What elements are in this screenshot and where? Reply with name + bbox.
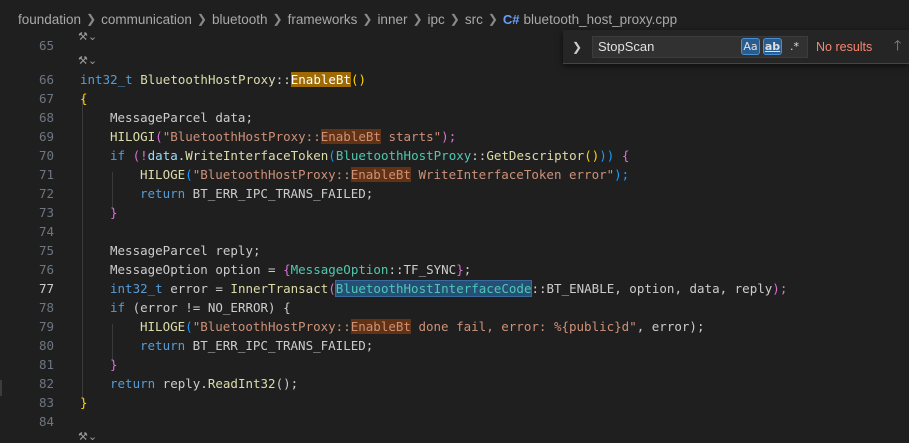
line-number-current: 77 (38, 281, 54, 296)
line-number: 81 (38, 357, 54, 372)
breadcrumb-item[interactable]: bluetooth (212, 12, 268, 27)
line-number: 79 (38, 319, 54, 334)
breadcrumb-item[interactable]: foundation (18, 12, 81, 27)
regex-toggle[interactable]: .* (785, 38, 804, 55)
whole-word-toggle[interactable]: ab (763, 38, 782, 55)
code-line: return BT_ERR_IPC_TRANS_FAILED; (140, 338, 374, 353)
line-number: 67 (38, 91, 54, 106)
code-line: HILOGE("BluetoothHostProxy::EnableBt Wri… (140, 167, 630, 182)
code-line: MessageParcel data; (110, 110, 253, 125)
code-line: HILOGI("BluetoothHostProxy::EnableBt sta… (110, 129, 457, 144)
find-result-count: No results (816, 39, 873, 54)
breadcrumb-item[interactable]: ipc (428, 12, 445, 27)
find-input[interactable]: StopScan Aa ab .* (592, 35, 808, 58)
code-line: MessageParcel reply; (110, 243, 261, 258)
chevron-right-icon[interactable]: ❯ (566, 40, 588, 54)
find-query[interactable]: StopScan (598, 39, 741, 54)
chevron-right-icon: ❯ (86, 12, 97, 26)
line-number: 82 (38, 376, 54, 391)
breadcrumb-item[interactable]: communication (101, 12, 192, 27)
breadcrumb-item[interactable]: src (465, 12, 483, 27)
line-number: 78 (38, 300, 54, 315)
chevron-right-icon: ❯ (196, 12, 207, 26)
code-editor[interactable]: 65 66 67 68 69 70 71 72 73 74 75 76 77 7… (0, 30, 909, 443)
match-case-toggle[interactable]: Aa (741, 38, 760, 55)
code-line: HILOGE("BluetoothHostProxy::EnableBt don… (140, 319, 705, 334)
code-line: return reply.ReadInt32(); (110, 376, 299, 391)
line-number: 75 (38, 243, 54, 258)
line-number: 80 (38, 338, 54, 353)
chevron-right-icon: ❯ (272, 12, 283, 26)
code-line: } (80, 395, 88, 410)
code-line: } (110, 205, 118, 220)
indent-guide (82, 96, 83, 400)
line-number: 70 (38, 148, 54, 163)
tool-icon[interactable]: ⚒⌄ (78, 30, 97, 43)
line-number: 68 (38, 110, 54, 125)
code-line: if (!data.WriteInterfaceToken(BluetoothH… (110, 148, 630, 163)
tool-icon[interactable]: ⚒⌄ (78, 54, 97, 67)
line-number: 84 (38, 414, 54, 429)
code-line: int32_t BluetoothHostProxy::EnableBt() (80, 72, 367, 87)
chevron-right-icon: ❯ (449, 12, 460, 26)
find-widget: ❯ StopScan Aa ab .* No results 🡑 (563, 30, 909, 64)
line-number: 71 (38, 167, 54, 182)
code-line: return BT_ERR_IPC_TRANS_FAILED; (140, 186, 374, 201)
line-number: 72 (38, 186, 54, 201)
arrow-up-icon[interactable]: 🡑 (894, 35, 901, 59)
line-number: 65 (38, 38, 54, 53)
code-line: } (110, 357, 118, 372)
code-line: { (80, 91, 88, 106)
line-number: 69 (38, 129, 54, 144)
chevron-right-icon: ❯ (412, 12, 423, 26)
chevron-right-icon: ❯ (362, 12, 373, 26)
code-line: if (error != NO_ERROR) { (110, 300, 291, 315)
line-number: 73 (38, 205, 54, 220)
line-number: 66 (38, 72, 54, 87)
breadcrumb-item[interactable]: inner (377, 12, 407, 27)
line-number: 83 (38, 395, 54, 410)
chevron-right-icon: ❯ (487, 12, 498, 26)
code-line: MessageOption option = {MessageOption::T… (110, 262, 472, 277)
breadcrumb-file[interactable]: bluetooth_host_proxy.cpp (524, 12, 678, 27)
tool-icon[interactable]: ⚒⌄ (78, 430, 97, 443)
cpp-file-icon: C# (502, 11, 520, 27)
breadcrumb-item[interactable]: frameworks (288, 12, 358, 27)
line-number: 76 (38, 262, 54, 277)
line-number: 74 (38, 224, 54, 239)
code-line-current: int32_t error = InnerTransact(BluetoothH… (110, 280, 788, 297)
